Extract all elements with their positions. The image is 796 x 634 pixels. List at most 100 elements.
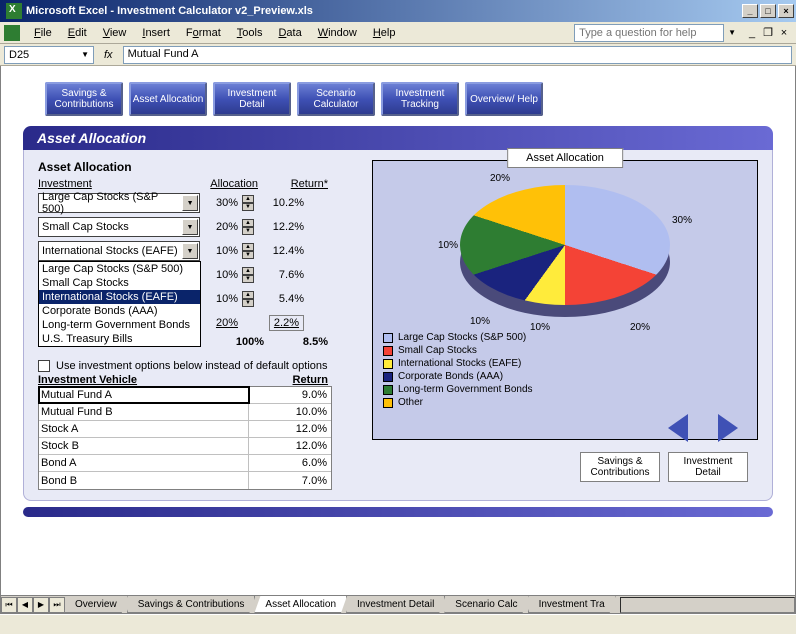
nav-investment-tracking-button[interactable]: Investment Tracking [381, 82, 459, 116]
allocation-pct: 10% [200, 269, 242, 281]
sheet-tab-overview[interactable]: Overview [64, 596, 128, 613]
legend-swatch [383, 372, 393, 382]
excel-icon [6, 3, 22, 19]
legend-label: Other [398, 396, 423, 409]
panel-title: Asset Allocation [23, 126, 773, 150]
menu-edit[interactable]: Edit [60, 25, 95, 41]
dropdown-icon[interactable]: ▼ [182, 219, 198, 235]
menu-insert[interactable]: Insert [134, 25, 178, 41]
dropdown-icon[interactable]: ▼ [182, 195, 198, 211]
sheet-tab-savings[interactable]: Savings & Contributions [127, 596, 256, 613]
menu-view[interactable]: View [95, 25, 135, 41]
legend-label: Small Cap Stocks [398, 344, 477, 357]
help-dropdown-icon[interactable]: ▼ [724, 28, 740, 37]
menu-help[interactable]: Help [365, 25, 404, 41]
investment-combo-1[interactable]: Large Cap Stocks (S&P 500)▼ [38, 193, 200, 213]
nav-savings-button[interactable]: Savings & Contributions [45, 82, 123, 116]
dropdown-option-selected[interactable]: International Stocks (EAFE) [39, 290, 200, 304]
table-row[interactable]: Stock A12.0% [39, 421, 331, 438]
dropdown-icon[interactable]: ▼ [182, 243, 198, 259]
col-allocation: Allocation [206, 178, 272, 190]
return-value: 12.4% [254, 245, 310, 257]
workbook-restore-button[interactable]: ❐ [760, 26, 776, 40]
col-vehicle: Investment Vehicle [38, 374, 258, 386]
nav-scenario-calculator-button[interactable]: Scenario Calculator [297, 82, 375, 116]
col-vehicle-return: Return [258, 374, 328, 386]
tab-nav-prev-icon[interactable]: ◀ [17, 597, 33, 613]
return-value: 7.6% [254, 269, 310, 281]
dropdown-option[interactable]: Large Cap Stocks (S&P 500) [39, 262, 200, 276]
menu-data[interactable]: Data [270, 25, 309, 41]
menu-format[interactable]: Format [178, 25, 229, 41]
close-button[interactable]: × [778, 4, 794, 18]
legend-swatch [383, 359, 393, 369]
sheet-tab-scenario-calc[interactable]: Scenario Calc [444, 596, 528, 613]
allocation-spinner[interactable]: ▲▼ [242, 219, 254, 235]
dropdown-option[interactable]: Corporate Bonds (AAA) [39, 304, 200, 318]
menu-window[interactable]: Window [310, 25, 365, 41]
legend-label: Large Cap Stocks (S&P 500) [398, 331, 526, 344]
allocation-spinner[interactable]: ▲▼ [242, 243, 254, 259]
table-row[interactable]: Stock B12.0% [39, 438, 331, 455]
formula-input[interactable]: Mutual Fund A [123, 46, 792, 64]
return-value: 10.2% [254, 197, 310, 209]
investment-combo-3[interactable]: International Stocks (EAFE) ▼ Large Cap … [38, 241, 200, 261]
nav-next-label[interactable]: Investment Detail [668, 452, 748, 482]
investment-combo-2[interactable]: Small Cap Stocks▼ [38, 217, 200, 237]
dropdown-option[interactable]: Small Cap Stocks [39, 276, 200, 290]
window-titlebar: Microsoft Excel - Investment Calculator … [0, 0, 796, 22]
tab-nav-last-icon[interactable]: ⏭ [49, 597, 65, 613]
maximize-button[interactable]: □ [760, 4, 776, 18]
worksheet-area: Savings & Contributions Asset Allocation… [0, 66, 796, 614]
sheet-tab-asset-allocation[interactable]: Asset Allocation [254, 596, 347, 613]
help-search-input[interactable] [574, 24, 724, 42]
allocation-pct: 30% [200, 197, 242, 209]
use-custom-checkbox[interactable] [38, 360, 50, 372]
pie-label: 10% [470, 316, 490, 327]
table-row[interactable]: Bond A6.0% [39, 455, 331, 472]
table-row[interactable]: Bond B7.0% [39, 472, 331, 489]
tab-nav-first-icon[interactable]: ⏮ [1, 597, 17, 613]
vehicle-table: Mutual Fund A9.0% Mutual Fund B10.0% Sto… [38, 386, 332, 490]
horizontal-scrollbar[interactable] [620, 597, 795, 613]
allocation-spinner[interactable]: ▲▼ [242, 291, 254, 307]
dropdown-option[interactable]: U.S. Treasury Bills [39, 332, 200, 346]
table-row[interactable]: Mutual Fund A9.0% [39, 387, 331, 404]
workbook-minimize-button[interactable]: _ [744, 26, 760, 40]
workbook-close-button[interactable]: × [776, 26, 792, 40]
allocation-spinner[interactable]: ▲▼ [242, 267, 254, 283]
menu-file[interactable]: File [26, 25, 60, 41]
window-title: Microsoft Excel - Investment Calculator … [26, 5, 740, 17]
return-value: 12.2% [254, 221, 310, 233]
cell-reference: D25 [9, 49, 29, 61]
chart-column: Asset Allocation 30% 20% 10% 10% 10% 20%… [372, 160, 758, 490]
minimize-button[interactable]: _ [742, 4, 758, 18]
nav-prev-label[interactable]: Savings & Contributions [580, 452, 660, 482]
sheet-tab-investment-detail[interactable]: Investment Detail [346, 596, 445, 613]
legend-swatch [383, 398, 393, 408]
nav-investment-detail-button[interactable]: Investment Detail [213, 82, 291, 116]
sheet-tab-investment-tracking[interactable]: Investment Tra [528, 596, 616, 613]
chart-legend: Large Cap Stocks (S&P 500) Small Cap Sto… [383, 331, 747, 409]
name-box[interactable]: D25 ▼ [4, 46, 94, 64]
menu-bar: File Edit View Insert Format Tools Data … [0, 22, 796, 44]
legend-label: Corporate Bonds (AAA) [398, 370, 503, 383]
legend-label: International Stocks (EAFE) [398, 357, 521, 370]
nav-overview-help-button[interactable]: Overview/ Help [465, 82, 543, 116]
nav-asset-allocation-button[interactable]: Asset Allocation [129, 82, 207, 116]
tab-nav-next-icon[interactable]: ▶ [33, 597, 49, 613]
nav-next-arrow-icon[interactable] [718, 414, 738, 442]
total-pct: 100% [206, 336, 264, 348]
namebox-dropdown-icon[interactable]: ▼ [81, 50, 89, 59]
fx-icon[interactable]: fx [98, 49, 119, 61]
legend-swatch [383, 385, 393, 395]
return-value-link[interactable]: 2.2% [254, 317, 310, 329]
allocation-row: Large Cap Stocks (S&P 500)▼ 30% ▲▼ 10.2% [38, 192, 358, 214]
dropdown-option[interactable]: Long-term Government Bonds [39, 318, 200, 332]
table-row[interactable]: Mutual Fund B10.0% [39, 404, 331, 421]
col-investment: Investment [38, 178, 206, 190]
allocation-spinner[interactable]: ▲▼ [242, 195, 254, 211]
menu-tools[interactable]: Tools [229, 25, 271, 41]
allocation-pct-link[interactable]: 20% [200, 317, 242, 329]
nav-prev-arrow-icon[interactable] [668, 414, 688, 442]
